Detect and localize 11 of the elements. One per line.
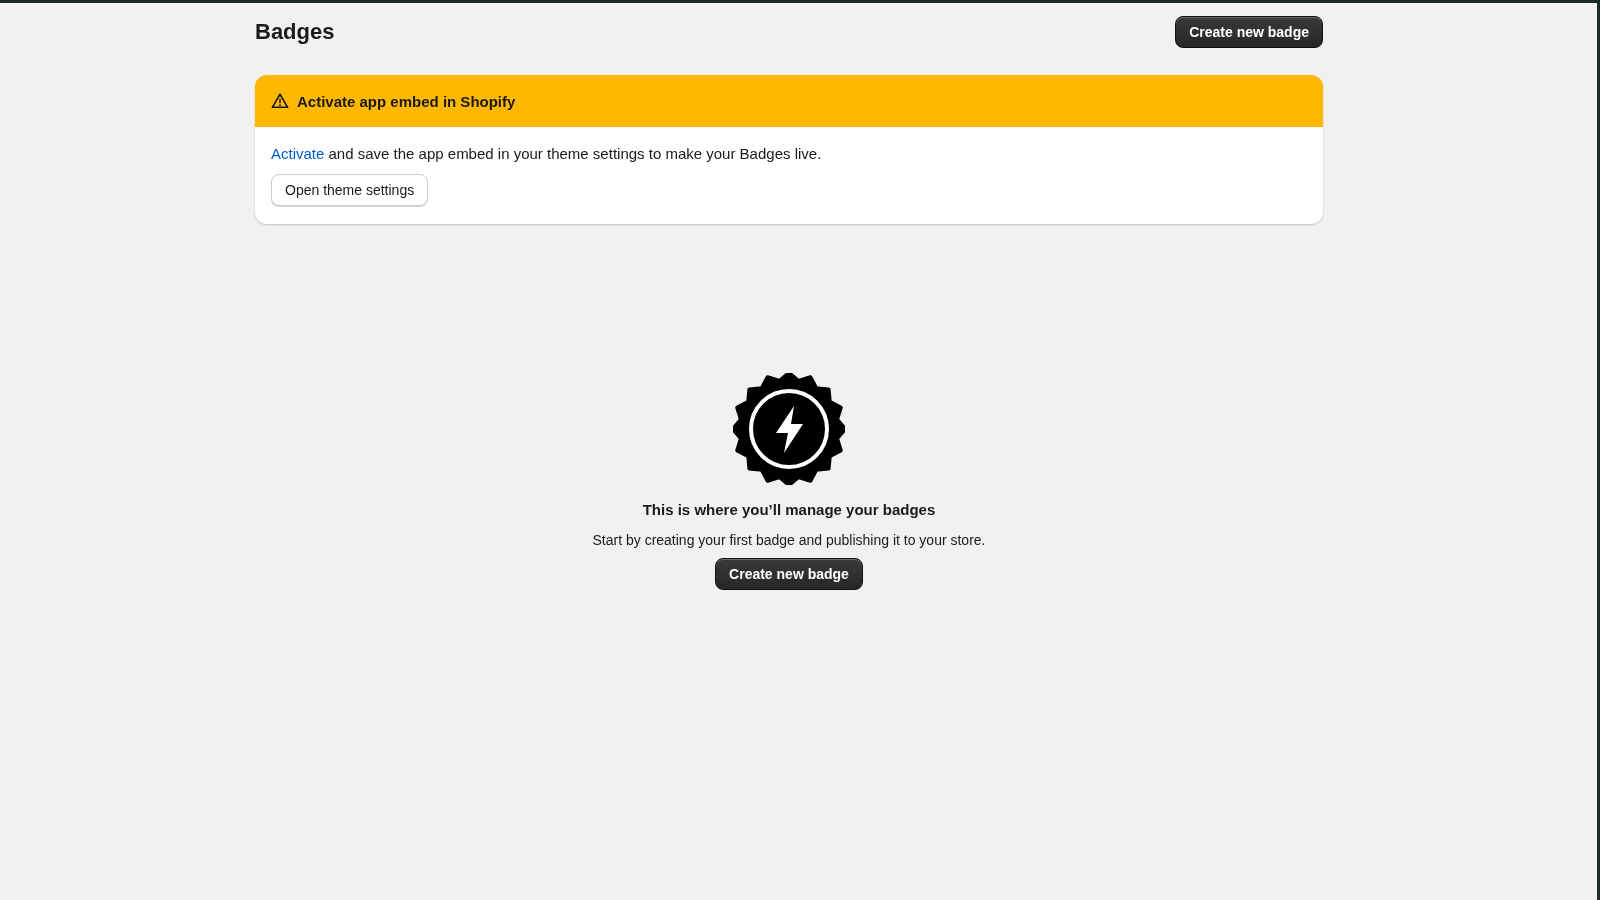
open-theme-settings-button[interactable]: Open theme settings	[271, 174, 429, 206]
empty-state-heading: This is where you’ll manage your badges	[642, 501, 936, 518]
activate-link[interactable]: Activate	[271, 145, 325, 162]
banner-title: Activate app embed in Shopify	[297, 92, 516, 110]
page-title: Badges	[255, 19, 335, 45]
badge-seal-icon	[733, 373, 845, 485]
warning-icon	[271, 92, 289, 110]
create-badge-button[interactable]: Create new badge	[715, 558, 863, 590]
banner-message: Activate and save the app embed in your theme settings to make your Badges live.	[271, 145, 823, 162]
empty-state-text: Start by creating your first badge and publishing it to your store.	[592, 532, 986, 548]
create-badge-button[interactable]: Create new badge	[1175, 16, 1323, 48]
